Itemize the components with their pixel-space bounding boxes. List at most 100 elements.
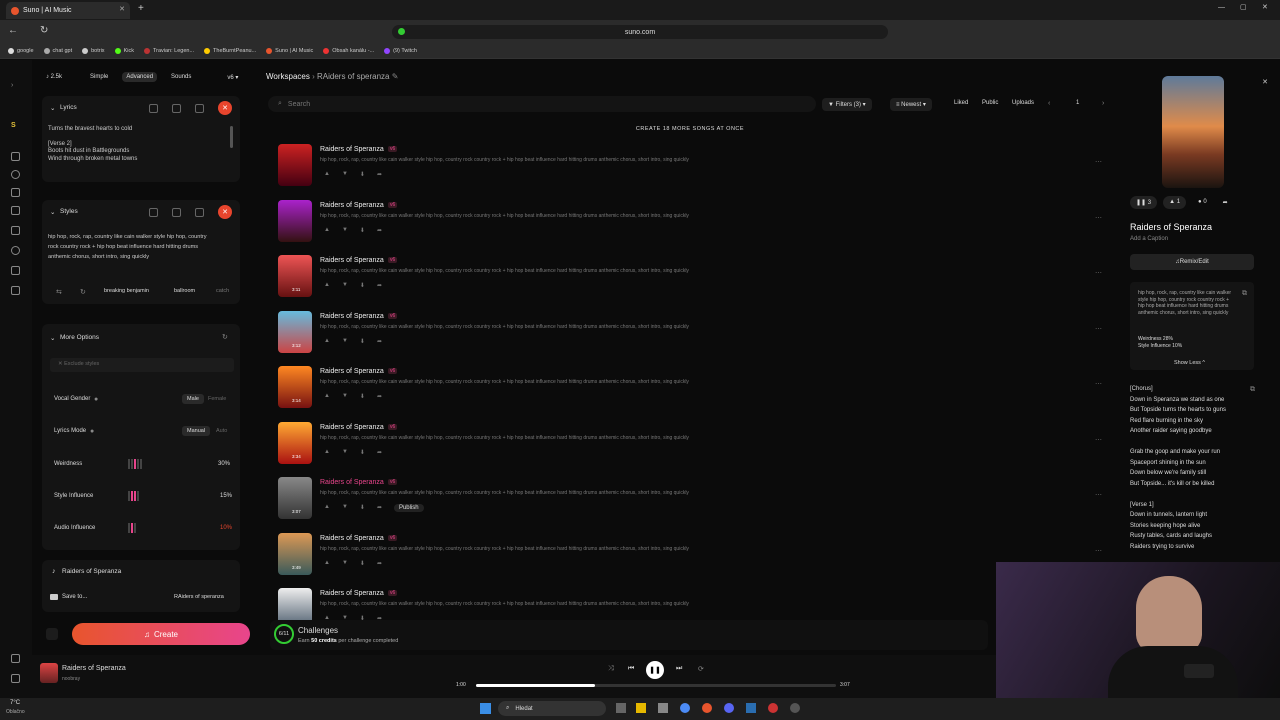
app-icon[interactable] xyxy=(702,703,712,713)
likes-count[interactable]: ▲ 1 xyxy=(1163,196,1187,209)
download-icon[interactable]: ⬇ xyxy=(360,282,365,289)
bookmark[interactable]: (9) Twitch xyxy=(384,48,417,54)
maximize-icon[interactable]: ▢ xyxy=(1240,3,1247,11)
back-icon[interactable]: ← xyxy=(8,25,18,36)
tab-sounds[interactable]: Sounds xyxy=(171,74,191,80)
publish-button[interactable]: Publish xyxy=(393,504,424,512)
song-row[interactable]: Raiders of Speranza v6 hip hop, rock, rap,… xyxy=(278,142,1108,196)
more-options-icon[interactable]: ⋯ xyxy=(1095,269,1102,277)
like-icon[interactable]: ▲ xyxy=(324,504,330,512)
dislike-icon[interactable]: ▼ xyxy=(342,393,348,400)
like-icon[interactable]: ▲ xyxy=(324,171,330,178)
download-icon[interactable]: ⬇ xyxy=(360,560,365,567)
minimize-icon[interactable]: — xyxy=(1218,4,1225,11)
copy-icon[interactable] xyxy=(172,104,181,113)
remix-button[interactable]: ♫ Remix/Edit xyxy=(1130,254,1254,270)
repeat-icon[interactable]: ⟳ xyxy=(698,665,704,673)
more-options-icon[interactable]: ⋯ xyxy=(1095,436,1102,444)
vocal-female-button[interactable]: Female xyxy=(208,396,226,402)
uploads-filter[interactable]: Uploads xyxy=(1012,100,1034,106)
song-thumbnail[interactable] xyxy=(278,199,312,242)
song-row[interactable]: Raiders of Speranza v6 hip hop, rock, rap,… xyxy=(278,198,1108,252)
studio-icon[interactable] xyxy=(11,206,20,215)
like-icon[interactable]: ▲ xyxy=(324,449,330,456)
create-icon[interactable] xyxy=(11,188,20,197)
explore-icon[interactable] xyxy=(11,170,20,179)
bookmark[interactable]: Obsah kanálu -... xyxy=(323,48,374,54)
save-target-select[interactable]: RAiders of speranza xyxy=(174,594,224,600)
download-icon[interactable]: ⬇ xyxy=(360,393,365,400)
trash-icon[interactable] xyxy=(195,208,204,217)
app-icon[interactable] xyxy=(658,703,668,713)
url-field[interactable]: suno.com xyxy=(392,25,888,39)
song-title[interactable]: Raiders of Speranza xyxy=(320,424,384,431)
song-title[interactable]: Raiders of Speranza xyxy=(320,257,384,264)
tag-scroll-icon[interactable]: ⇆ xyxy=(56,288,62,296)
undo-icon[interactable] xyxy=(149,104,158,113)
dislike-icon[interactable]: ▼ xyxy=(342,171,348,178)
style-influence-slider[interactable] xyxy=(128,491,140,503)
lyrics-auto-button[interactable]: Auto xyxy=(216,428,227,434)
taskbar-search[interactable]: ⌕ Hledat xyxy=(498,701,606,716)
share-icon[interactable]: ➦ xyxy=(377,449,382,456)
more-options-icon[interactable]: ⋯ xyxy=(1095,547,1102,555)
show-less-button[interactable]: Show Less ^ xyxy=(1174,360,1205,366)
copy-icon[interactable] xyxy=(172,208,181,217)
search-input[interactable]: ⌕ Search xyxy=(268,96,816,112)
bookmark[interactable]: Suno | AI Music xyxy=(266,48,313,54)
breadcrumb-root[interactable]: Workspaces xyxy=(266,72,310,81)
dislike-icon[interactable]: ▼ xyxy=(342,504,348,512)
profile-icon[interactable] xyxy=(11,654,20,663)
close-panel-icon[interactable]: ✕ xyxy=(1262,78,1268,86)
info-icon[interactable]: ● xyxy=(90,428,94,435)
song-title[interactable]: Raiders of Speranza xyxy=(320,313,384,320)
song-title[interactable]: Raiders of Speranza xyxy=(320,590,384,597)
vocal-male-button[interactable]: Male xyxy=(182,394,204,404)
weirdness-slider[interactable] xyxy=(128,459,143,471)
like-icon[interactable]: ▲ xyxy=(324,393,330,400)
now-playing-title[interactable]: Raiders of Speranza xyxy=(62,665,126,672)
download-icon[interactable]: ⬇ xyxy=(360,227,365,234)
lyrics-manual-button[interactable]: Manual xyxy=(182,426,211,436)
trash-icon[interactable] xyxy=(46,628,58,640)
song-thumbnail[interactable] xyxy=(278,144,312,186)
more-options-chevron-icon[interactable]: ⌄ xyxy=(50,334,55,342)
song-title[interactable]: Raiders of Speranza xyxy=(320,479,384,486)
song-title[interactable]: Raiders of Speranza xyxy=(320,368,384,375)
weather-temp[interactable]: 7°C xyxy=(10,700,20,706)
window-close-icon[interactable]: ✕ xyxy=(1262,3,1268,11)
steam-icon[interactable] xyxy=(746,703,756,713)
download-icon[interactable]: ⬇ xyxy=(360,504,365,512)
lyrics-textarea[interactable]: Turns the bravest hearts to cold [Verse … xyxy=(48,126,218,163)
suno-logo-icon[interactable]: S xyxy=(11,122,16,129)
song-row[interactable]: 3:11 Raiders of Speranza v6 hip hop, rock, … xyxy=(278,253,1108,307)
dislike-icon[interactable]: ▼ xyxy=(342,449,348,456)
reload-icon[interactable]: ↻ xyxy=(40,25,48,36)
share-icon[interactable]: ➦ xyxy=(377,504,382,512)
tab-advanced[interactable]: Advanced xyxy=(122,72,158,82)
progress-track[interactable] xyxy=(476,684,836,687)
prev-track-icon[interactable]: ⏮ xyxy=(628,665,634,673)
bookmark[interactable]: Kick xyxy=(114,48,134,54)
share-icon[interactable]: ➦ xyxy=(377,338,382,345)
challenges-bar[interactable]: 6/11 Challenges Earn 50 credits per chal… xyxy=(270,620,988,650)
version-select[interactable]: v6 ▾ xyxy=(227,74,238,81)
notifications-icon[interactable] xyxy=(11,266,20,275)
like-icon[interactable]: ▲ xyxy=(324,560,330,567)
bookmark[interactable]: google xyxy=(8,48,34,54)
windows-start-icon[interactable] xyxy=(480,703,491,714)
download-icon[interactable]: ⬇ xyxy=(360,449,365,456)
song-row[interactable]: 3:07 Raiders of Speranza v6 hip hop, rock, … xyxy=(278,475,1108,529)
now-playing-thumb[interactable] xyxy=(40,663,58,683)
styles-textarea[interactable]: hip hop, rock, rap, country like cain wa… xyxy=(48,232,218,262)
close-tab-icon[interactable]: ✕ xyxy=(119,5,125,13)
dislike-icon[interactable]: ▼ xyxy=(342,338,348,345)
shuffle-icon[interactable]: ⤨ xyxy=(608,665,614,673)
next-page-icon[interactable]: › xyxy=(1102,100,1104,107)
dislike-icon[interactable]: ▼ xyxy=(342,560,348,567)
style-tag[interactable]: breaking benjamin xyxy=(104,288,149,294)
prev-page-icon[interactable]: ‹ xyxy=(1048,100,1050,107)
share-icon[interactable]: ➦ xyxy=(377,227,382,234)
song-title[interactable]: Raiders of Speranza xyxy=(320,535,384,542)
more-options-icon[interactable]: ⋯ xyxy=(1095,491,1102,499)
